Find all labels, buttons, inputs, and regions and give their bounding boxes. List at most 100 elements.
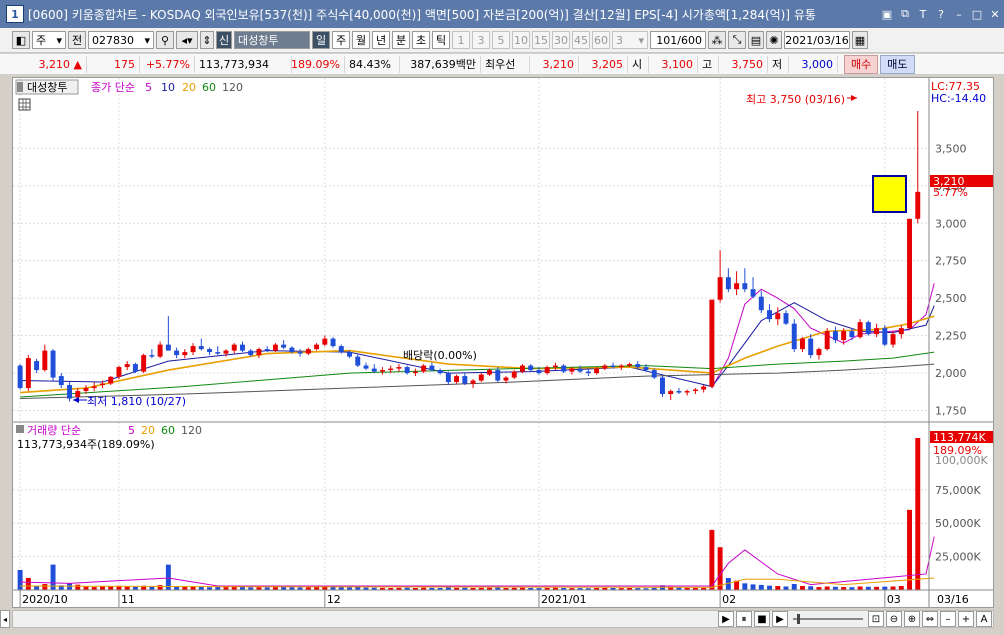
- candle-body: [511, 371, 517, 378]
- save-icon[interactable]: ▤: [748, 31, 764, 49]
- price-tick-label: 1,750: [935, 405, 967, 418]
- help-button[interactable]: ?: [934, 7, 948, 21]
- candle-body: [355, 356, 361, 366]
- calendar-icon[interactable]: ▦: [852, 31, 868, 49]
- indicator-icon[interactable]: ⁂: [708, 31, 726, 49]
- stock-chart[interactable]: 3,5003,2503,0002,7502,5002,2502,0001,750…: [13, 78, 993, 607]
- pause-button[interactable]: ⏸: [736, 611, 752, 627]
- slider-thumb[interactable]: [797, 614, 800, 624]
- volume-bar: [34, 585, 40, 590]
- candle-body: [363, 365, 369, 369]
- font-smaller-icon[interactable]: –: [940, 611, 956, 627]
- legend-stock-name: 대성창투: [27, 81, 67, 94]
- zoom-slider[interactable]: [793, 614, 863, 624]
- trade-amount: 387,639백만: [400, 55, 481, 73]
- candle-body: [50, 350, 56, 378]
- candle-body: [915, 191, 921, 219]
- pin-button[interactable]: T: [916, 7, 930, 21]
- minute-5[interactable]: 5: [492, 31, 510, 49]
- table-toggle-icon[interactable]: [18, 98, 31, 111]
- minute-60[interactable]: 60: [592, 31, 610, 49]
- minimize-button[interactable]: –: [952, 7, 966, 21]
- volume-bar: [857, 586, 863, 590]
- candle-body: [314, 344, 320, 350]
- chart-move-icon[interactable]: ⇔: [922, 611, 938, 627]
- data-count[interactable]: 101/600: [650, 31, 706, 49]
- play-button[interactable]: ▶: [718, 611, 734, 627]
- buy-button[interactable]: 매수: [844, 54, 879, 74]
- volume-bar: [800, 585, 805, 590]
- horizontal-scroll[interactable]: ▶ ⏸ ■ ▶ ⊡ ⊖ ⊕ ⇔ – + A: [12, 610, 994, 628]
- dividend-annotation: 배당락(0.00%): [403, 349, 477, 362]
- high-label: 고: [698, 55, 719, 73]
- volume-bar: [808, 586, 814, 590]
- period-week[interactable]: 주: [332, 31, 350, 49]
- zoom-out-icon[interactable]: ⊖: [886, 611, 902, 627]
- app-number-icon[interactable]: 1: [6, 5, 24, 23]
- volume-legend-label: 거래량 단순: [27, 424, 81, 437]
- candle-body: [552, 365, 558, 368]
- minute-1[interactable]: 1: [452, 31, 470, 49]
- tick-select[interactable]: 3 ▾: [612, 31, 648, 49]
- yellow-marker-box: [872, 175, 907, 213]
- drawing-icon[interactable]: ⤡: [728, 31, 746, 49]
- date-tick-label: 12: [327, 593, 341, 606]
- candle-body: [231, 344, 237, 351]
- period-year[interactable]: 년: [372, 31, 390, 49]
- date-input[interactable]: 2021/03/16: [784, 31, 850, 49]
- period-day[interactable]: 일: [312, 31, 330, 49]
- sell-button[interactable]: 매도: [880, 54, 915, 74]
- font-icon[interactable]: A: [976, 611, 992, 627]
- minute-15[interactable]: 15: [532, 31, 550, 49]
- chart-panel[interactable]: 3,5003,2503,0002,7502,5002,2502,0001,750…: [12, 77, 994, 608]
- volume-ratio: 189.09%: [291, 55, 345, 73]
- layout-icon[interactable]: ◧: [12, 31, 30, 49]
- volume-bar: [709, 529, 715, 590]
- candle-body: [503, 377, 509, 381]
- next-button[interactable]: ▶: [772, 611, 788, 627]
- zoom-fit-icon[interactable]: ⊡: [868, 611, 884, 627]
- candle-body: [132, 364, 138, 372]
- left-scroll-arrow[interactable]: ◂: [0, 610, 10, 628]
- volume-value: 113,773,934주(189.09%): [17, 438, 155, 451]
- period-second[interactable]: 초: [412, 31, 430, 49]
- candle-body: [684, 391, 690, 393]
- stock-code-input[interactable]: 027830 ▾: [88, 31, 154, 49]
- stop-button[interactable]: ■: [754, 611, 770, 627]
- period-tick[interactable]: 틱: [432, 31, 450, 49]
- price-value: 3,210: [38, 57, 71, 71]
- maximize-button[interactable]: □: [970, 7, 984, 21]
- candle-body: [25, 358, 31, 389]
- candle-body: [651, 370, 657, 378]
- candle-body: [800, 338, 805, 350]
- zoom-in-icon[interactable]: ⊕: [904, 611, 920, 627]
- candle-body: [594, 368, 600, 374]
- high-annotation: 최고 3,750 (03/16): [746, 93, 845, 106]
- price-tick-label: 2,250: [935, 330, 967, 343]
- copy-window-icon[interactable]: ⧉: [898, 7, 912, 21]
- gear-icon[interactable]: ✺: [766, 31, 782, 49]
- prev-button[interactable]: 전: [68, 31, 86, 49]
- candle-body: [124, 364, 130, 368]
- minute-45[interactable]: 45: [572, 31, 590, 49]
- candle-body: [750, 289, 756, 297]
- period-month[interactable]: 월: [352, 31, 370, 49]
- close-button[interactable]: ✕: [988, 7, 1002, 21]
- candle-body: [404, 367, 410, 374]
- candle-body: [734, 283, 740, 290]
- minute-30[interactable]: 30: [552, 31, 570, 49]
- volume-tick-label: 50,000K: [935, 517, 981, 530]
- tile-window-icon[interactable]: ▣: [880, 7, 894, 21]
- legend-ma10: 10: [161, 81, 175, 94]
- market-select[interactable]: 주 ▾: [32, 31, 66, 49]
- candle-body: [116, 367, 122, 377]
- minute-10[interactable]: 10: [512, 31, 530, 49]
- stock-step-icon[interactable]: ⇕: [200, 31, 214, 49]
- candle-body: [618, 365, 624, 368]
- period-minute[interactable]: 분: [392, 31, 410, 49]
- search-icon[interactable]: ⚲: [156, 31, 174, 49]
- candle-body: [495, 370, 501, 381]
- sound-icon[interactable]: ◂▾: [176, 31, 198, 49]
- minute-3[interactable]: 3: [472, 31, 490, 49]
- font-larger-icon[interactable]: +: [958, 611, 974, 627]
